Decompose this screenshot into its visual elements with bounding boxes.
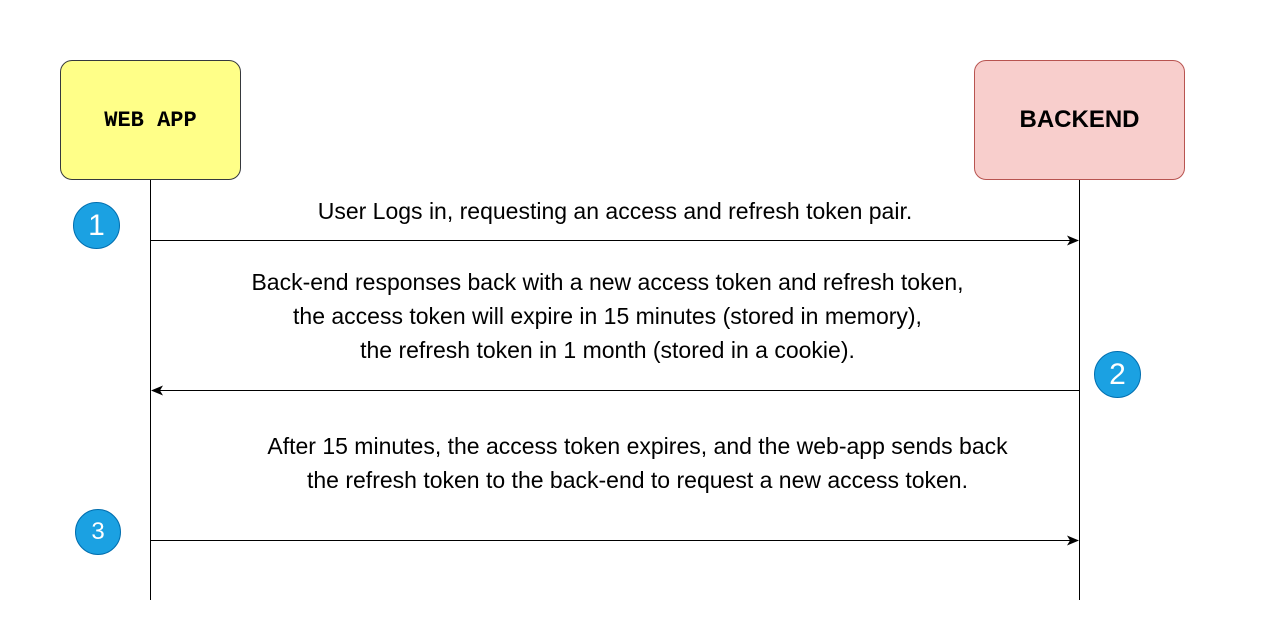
message-2-line-3: the refresh token in 1 month (stored in … bbox=[360, 337, 855, 363]
message-3-line-2: the refresh token to the back-end to req… bbox=[306, 467, 968, 493]
step-1-badge: 1 bbox=[73, 202, 120, 249]
step-3-badge: 3 bbox=[75, 509, 121, 555]
backend-label: BACKEND bbox=[1019, 106, 1140, 133]
message-1-text: User Logs in, requesting an access and r… bbox=[150, 194, 1080, 228]
step-1-number: 1 bbox=[88, 208, 105, 242]
step-3-number: 3 bbox=[91, 518, 105, 545]
backend-actor: BACKEND bbox=[974, 60, 1185, 180]
message-2-text: Back-end responses back with a new acces… bbox=[140, 265, 1075, 367]
message-2-line-1: Back-end responses back with a new acces… bbox=[251, 269, 964, 295]
message-2-line-2: the access token will expire in 15 minut… bbox=[293, 303, 922, 329]
web-app-actor: WEB APP bbox=[60, 60, 241, 180]
message-3-line-1: After 15 minutes, the access token expir… bbox=[267, 433, 1008, 459]
message-1-line-1: User Logs in, requesting an access and r… bbox=[317, 198, 913, 224]
step-2-number: 2 bbox=[1109, 357, 1126, 391]
web-app-label: WEB APP bbox=[104, 107, 197, 133]
step-2-badge: 2 bbox=[1094, 351, 1141, 398]
message-3-text: After 15 minutes, the access token expir… bbox=[180, 429, 1095, 497]
